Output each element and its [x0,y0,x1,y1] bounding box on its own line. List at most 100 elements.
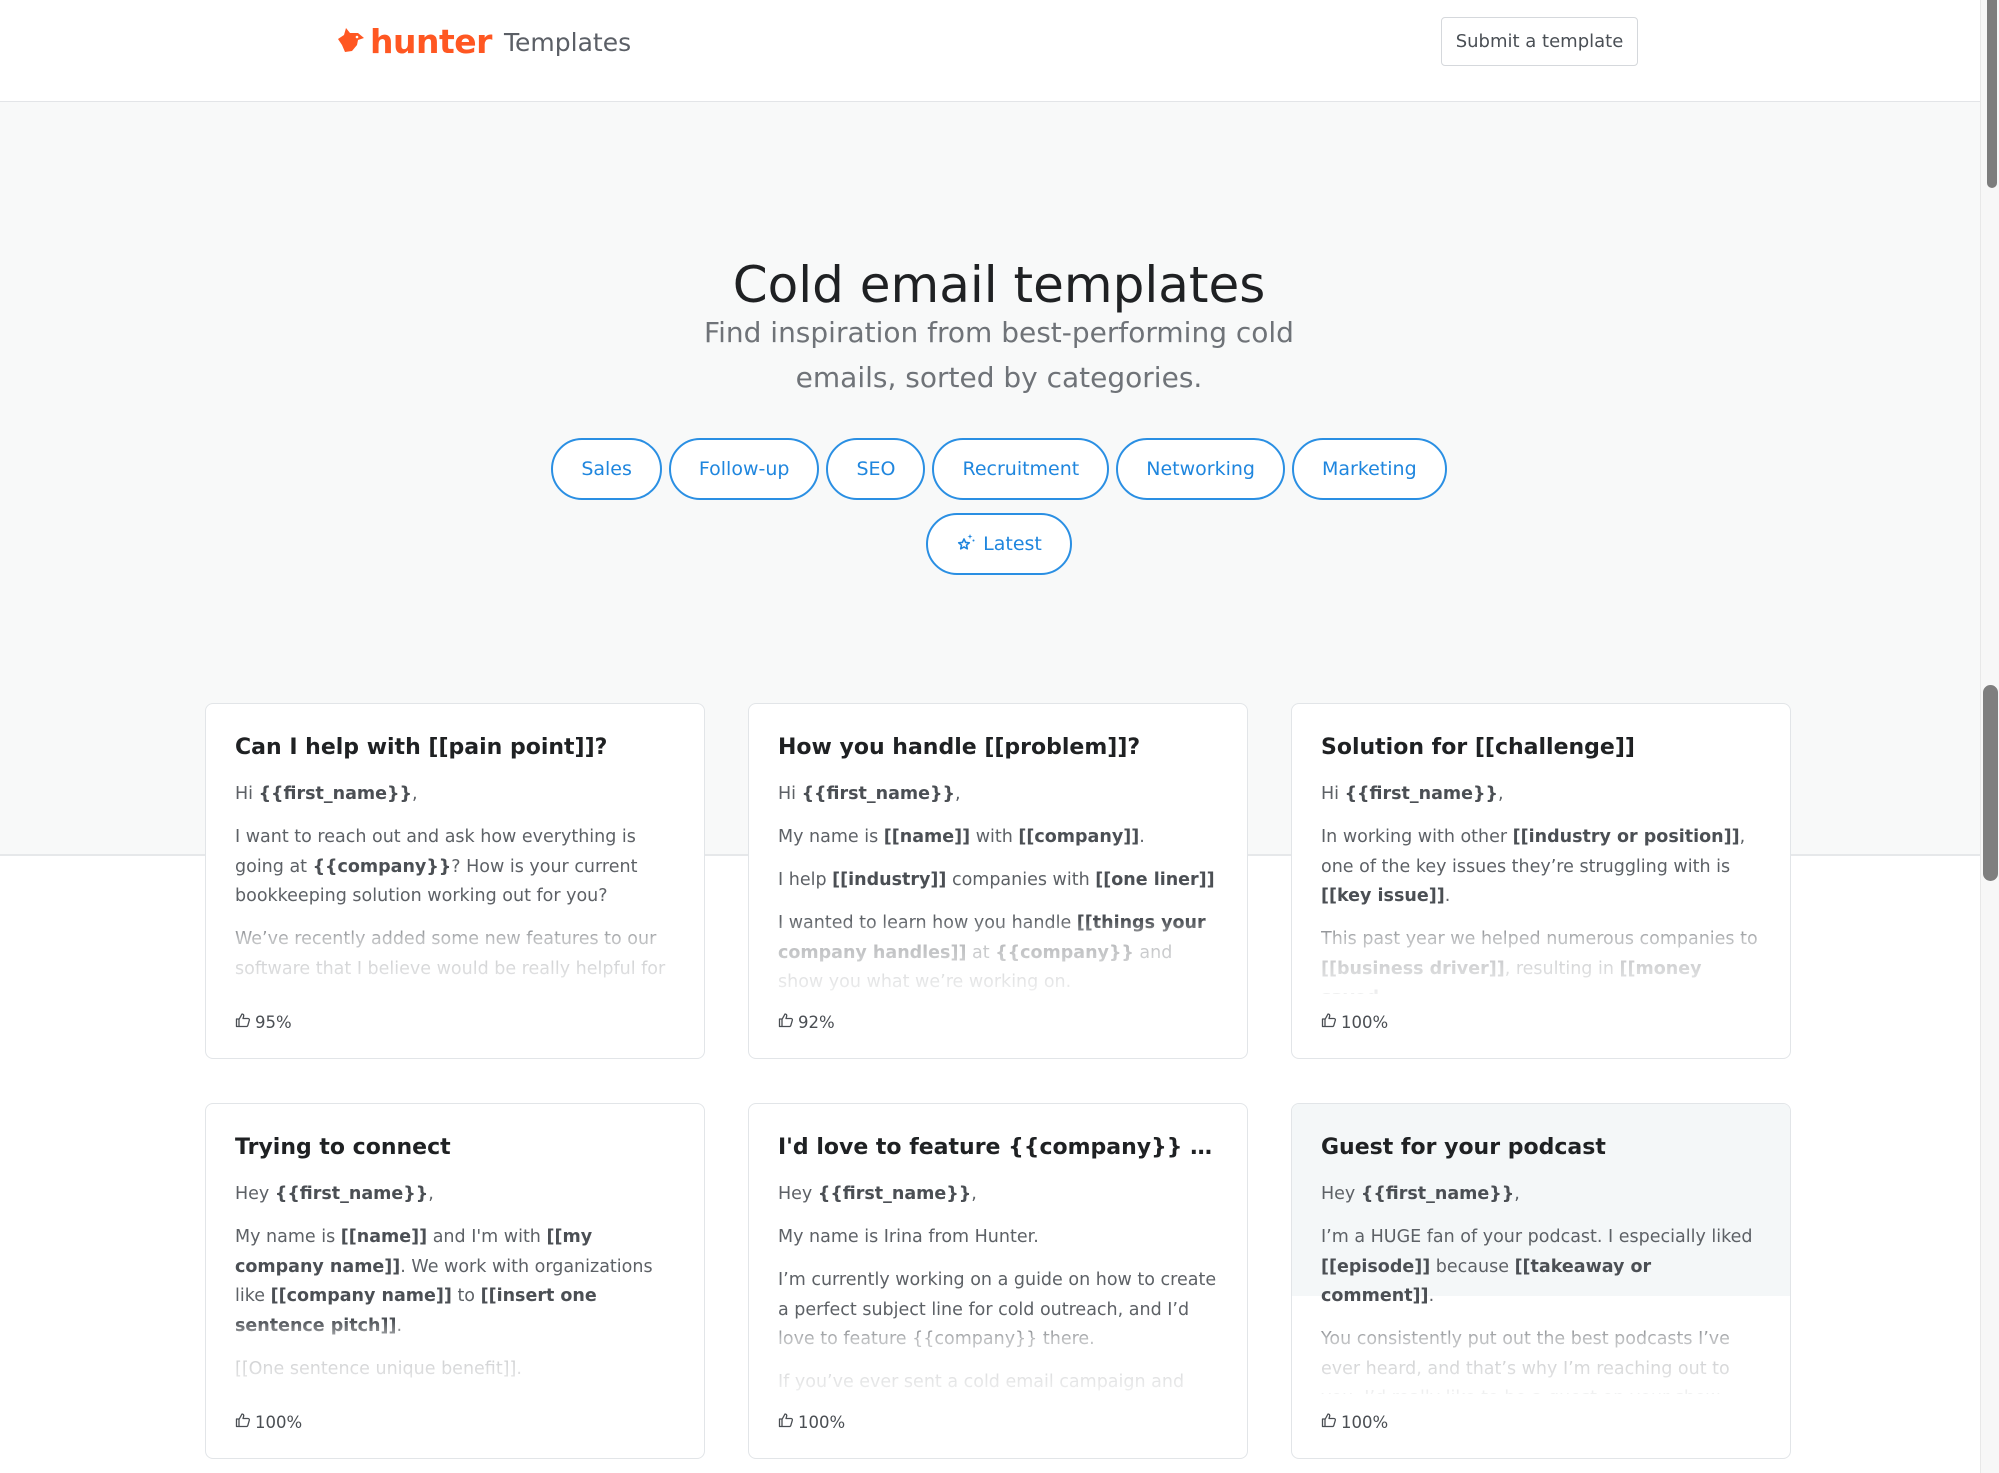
placeholder-variable: {{first_name}} [801,784,955,804]
category-filters: Sales Follow-up SEO Recruitment Networki… [0,438,1980,500]
greeting-text: Hey [235,1184,275,1204]
template-title[interactable]: Guest for your podcast [1321,1130,1761,1166]
template-title[interactable]: I'd love to feature {{company}} on Hunt.… [778,1130,1218,1166]
paragraph-text: companies with [946,870,1096,890]
template-card[interactable]: How you handle [[problem]]? Hi {{first_na… [748,703,1248,1059]
placeholder-variable: [[name]] [340,1227,428,1247]
rating-value: 100% [1341,1412,1389,1432]
card-content: I'd love to feature {{company}} on Hunt.… [778,1130,1218,1394]
hunter-logo[interactable]: hunter [336,22,492,62]
latest-filter-row: Latest [0,513,1980,575]
template-preview: Hi {{first_name}}, My name is [[name]] wi… [778,780,1218,994]
greeting-text: Hey [1321,1184,1361,1204]
template-card[interactable]: Guest for your podcast Hey {{first_name}}… [1291,1103,1791,1459]
thumbs-up-icon [235,1012,255,1032]
template-preview: Hey {{first_name}}, I’m a HUGE fan of you… [1321,1180,1761,1394]
rating-value: 100% [1341,1012,1389,1032]
template-paragraph: I’m a HUGE fan of your podcast. I especi… [1321,1223,1761,1312]
template-card[interactable]: Trying to connect Hey {{first_name}}, My n… [205,1103,705,1459]
template-card[interactable]: I'd love to feature {{company}} on Hunt.… [748,1103,1248,1459]
template-paragraph: I want to reach out and ask how everythi… [235,823,675,912]
template-greeting: Hi {{first_name}}, [235,780,675,810]
placeholder-variable: [[industry]] [832,870,947,890]
category-latest[interactable]: Latest [926,513,1072,575]
placeholder-variable: {{company}} [312,856,452,877]
placeholder-variable: [[industry or position]] [1512,827,1740,847]
placeholder-variable: {{first_name}} [258,784,412,804]
placeholder-variable: {{first_name}} [817,1184,972,1204]
paragraph-text: because [1430,1256,1515,1277]
template-paragraph: I wanted to learn how you handle [[thing… [778,909,1218,994]
greeting-text: Hi [1321,784,1345,804]
template-card[interactable]: Can I help with [[pain point]]? Hi {{firs… [205,703,705,1059]
category-networking[interactable]: Networking [1116,438,1285,500]
greeting-text: Hi [778,784,802,804]
paragraph-text: to [451,1286,481,1306]
scrollbar-thumb-top[interactable] [1987,0,1997,188]
placeholder-variable: [[name]] [883,827,971,847]
template-card[interactable]: Solution for [[challenge]] Hi {{first_nam… [1291,703,1791,1059]
template-paragraph: This past year we helped numerous compan… [1321,925,1761,994]
template-greeting: Hey {{first_name}}, [235,1180,675,1210]
thumbs-up-icon [778,1012,798,1032]
template-paragraph: I help [[industry]] companies with [[one… [778,866,1218,896]
template-paragraph: If you’ve ever sent a cold email campaig… [778,1368,1218,1394]
template-title[interactable]: Can I help with [[pain point]]? [235,730,675,766]
placeholder-variable: [[episode]] [1321,1256,1431,1277]
page-subtitle: Find inspiration from best-performing co… [704,316,1294,394]
thumbs-up-icon [1321,1412,1341,1432]
thumbs-up-icon [235,1412,255,1432]
paragraph-text: , resulting in [1504,958,1620,979]
template-rating: 95% [235,1012,292,1032]
template-rating: 92% [778,1012,835,1032]
rating-value: 95% [255,1012,292,1032]
paragraph-text: My name is [235,1227,341,1247]
top-header: hunter Templates Submit a template [0,0,1980,102]
placeholder-variable: [[one liner]] [1095,870,1215,890]
rating-value: 100% [798,1412,846,1432]
category-recruitment[interactable]: Recruitment [932,438,1110,500]
paragraph-text: My name is [778,827,884,847]
paragraph-text: I help [778,870,833,890]
sparkle-star-icon [956,532,983,557]
placeholder-variable: {{company}} [995,942,1134,963]
scrollbar-thumb[interactable] [1983,685,1998,881]
card-content: Guest for your podcast Hey {{first_name}}… [1321,1130,1761,1394]
category-marketing[interactable]: Marketing [1291,438,1447,500]
template-paragraph: In working with other [[industry or posi… [1321,823,1761,912]
paragraph-text: with [970,827,1019,847]
paragraph-text: My name is Irina from Hunter. [778,1227,1039,1247]
template-rating: 100% [1321,1412,1388,1432]
paragraph-text: . [396,1315,403,1336]
placeholder-variable: {{first_name}} [1344,784,1498,804]
greeting-punctuation: , [411,784,418,804]
submit-template-button[interactable]: Submit a template [1441,17,1638,66]
paragraph-text: If you’ve ever sent a cold email campaig… [778,1372,1185,1392]
card-content: Solution for [[challenge]] Hi {{first_nam… [1321,730,1761,994]
template-title[interactable]: Solution for [[challenge]] [1321,730,1761,766]
paragraph-text: You consistently put out the best podcas… [1321,1329,1730,1394]
category-follow-up[interactable]: Follow-up [668,438,820,500]
paragraph-text: I’m a HUGE fan of your podcast. I especi… [1321,1227,1753,1247]
placeholder-variable: [[key issue]] [1321,886,1445,906]
section-title[interactable]: Templates [504,26,631,60]
rating-value: 100% [255,1412,303,1432]
page: hunter Templates Submit a template Cold … [0,0,1980,1473]
greeting-punctuation: , [971,1184,977,1204]
template-paragraph: I’m currently working on a guide on how … [778,1266,1218,1355]
placeholder-variable: [[company]] [1018,827,1140,847]
category-seo[interactable]: SEO [826,438,926,500]
placeholder-variable: {{first_name}} [274,1184,429,1204]
greeting-text: Hey [778,1184,818,1204]
greeting-punctuation: , [428,1184,434,1204]
card-content: Can I help with [[pain point]]? Hi {{firs… [235,730,675,994]
category-sales[interactable]: Sales [551,438,662,500]
template-rating: 100% [235,1412,302,1432]
greeting-punctuation: , [1514,1184,1520,1204]
template-preview: Hi {{first_name}}, I want to reach out an… [235,780,675,994]
template-title[interactable]: Trying to connect [235,1130,675,1166]
card-content: Trying to connect Hey {{first_name}}, My n… [235,1130,675,1394]
paragraph-text: In working with other [1321,827,1513,847]
template-title[interactable]: How you handle [[problem]]? [778,730,1218,766]
logo-wordmark: hunter [370,22,492,61]
